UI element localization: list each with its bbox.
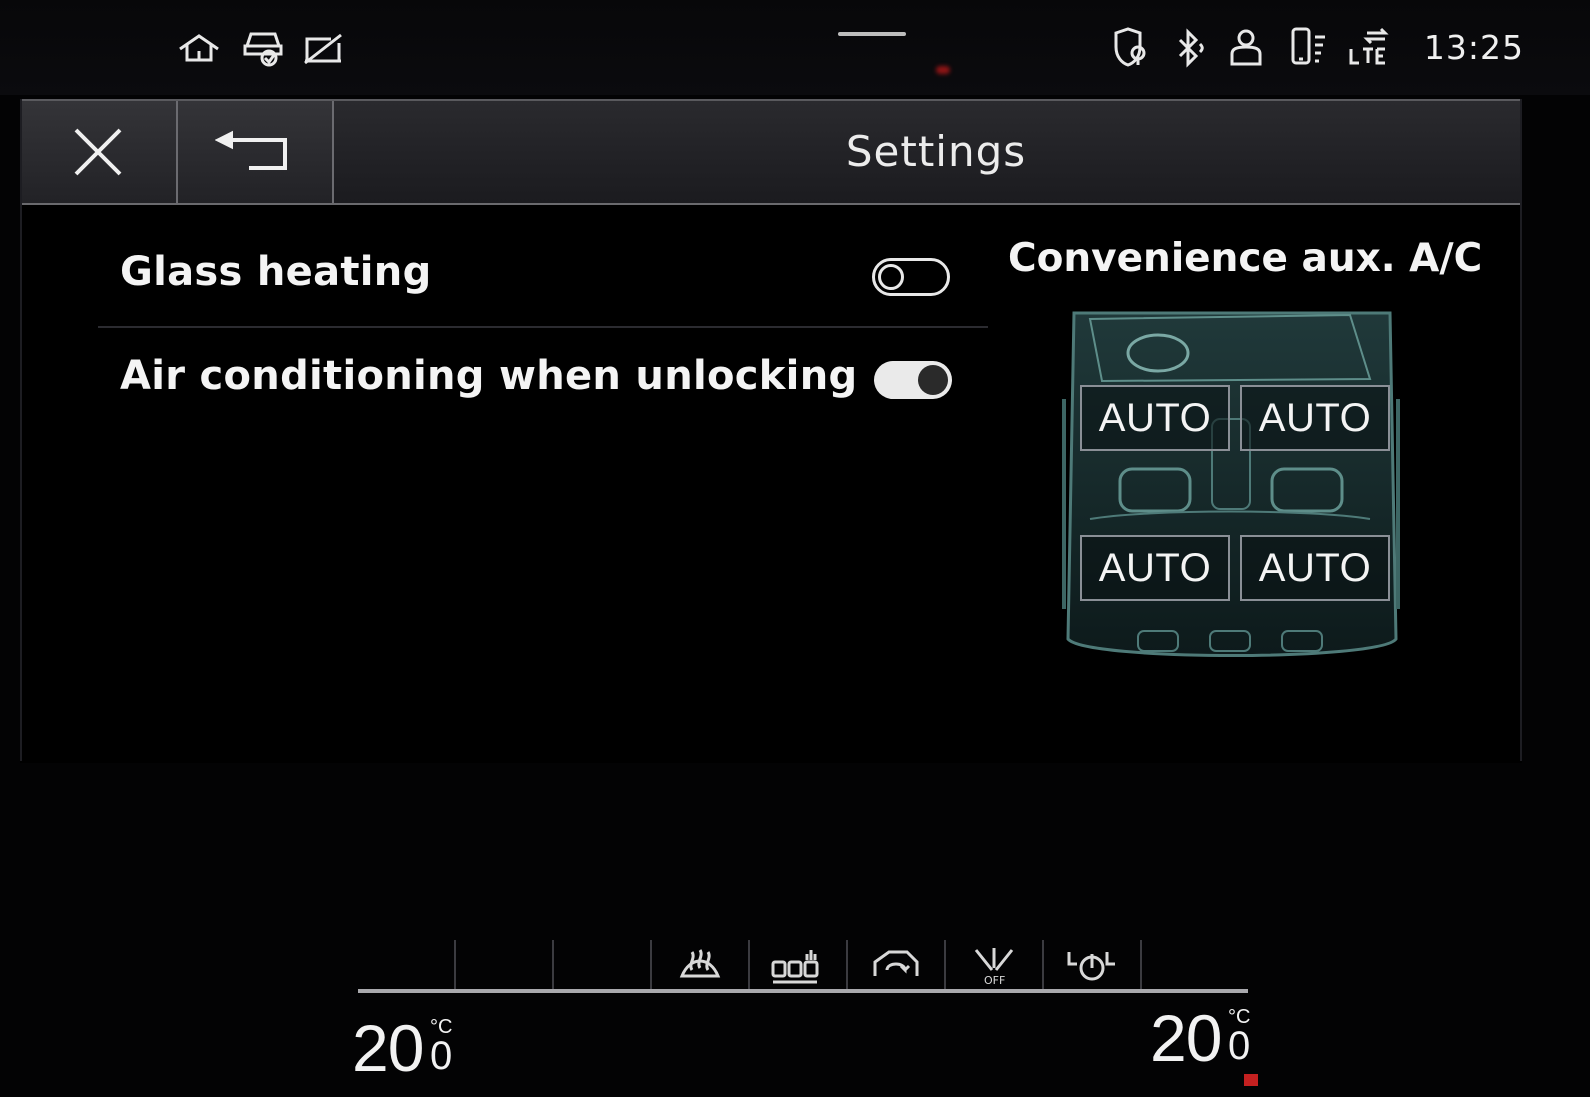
climate-button-empty[interactable] (358, 940, 456, 992)
car-cabin-illustration: AUTO AUTO AUTO AUTO (1050, 309, 1410, 669)
temperature-right-value: 20 (1150, 1001, 1222, 1075)
no-signal-icon[interactable] (300, 26, 346, 70)
home-icon[interactable] (176, 26, 222, 70)
seat-heating-button[interactable] (750, 940, 848, 992)
back-button[interactable] (178, 101, 334, 203)
defrost-icon (679, 949, 721, 978)
climate-button-empty[interactable] (456, 940, 554, 992)
zone-front-left-button[interactable]: AUTO (1080, 385, 1230, 451)
setting-row-glass-heating[interactable]: Glass heating (98, 225, 988, 325)
recirculation-button[interactable] (848, 940, 946, 992)
close-icon (74, 128, 122, 176)
ac-unlocking-toggle[interactable] (874, 361, 952, 399)
back-icon (215, 130, 287, 170)
location-shield-icon[interactable] (1106, 26, 1152, 70)
setting-label: Glass heating (120, 249, 432, 295)
climate-bar-line (358, 989, 1248, 993)
clock: 13:25 (1423, 28, 1524, 67)
defrost-button[interactable] (652, 940, 750, 992)
temperature-right-decimal: 0 (1228, 1024, 1251, 1068)
car-connect-icon[interactable] (240, 26, 286, 70)
temperature-right[interactable]: 20 °C 0 (1150, 1000, 1250, 1076)
panel-header: Settings (20, 101, 1522, 205)
recirculation-icon (873, 950, 919, 976)
status-bar: 13:25 (0, 0, 1590, 95)
settings-panel: Settings Glass heating Air conditioning … (20, 99, 1522, 763)
temperature-left-value: 20 (352, 1011, 424, 1085)
seat-heating-icon (771, 950, 819, 984)
bluetooth-icon[interactable] (1170, 26, 1210, 70)
temperature-left[interactable]: 20 °C 0 (352, 1010, 452, 1086)
setting-row-ac-unlocking[interactable]: Air conditioning when unlocking (98, 329, 988, 429)
drawer-handle[interactable] (838, 32, 906, 36)
page-title: Settings (845, 127, 1027, 176)
lte-icon[interactable] (1346, 26, 1392, 70)
temperature-left-decimal: 0 (430, 1034, 453, 1078)
svg-text:OFF: OFF (984, 974, 1005, 986)
climate-button-empty[interactable] (1142, 940, 1238, 992)
zone-rear-left-button[interactable]: AUTO (1080, 535, 1230, 601)
convenience-title: Convenience aux. A/C (1008, 236, 1483, 281)
temperature-indicator (1244, 1074, 1258, 1086)
fan-off-button[interactable]: OFF (946, 940, 1044, 992)
indicator-light (936, 66, 950, 74)
panel-edge (1520, 99, 1522, 761)
close-button[interactable] (20, 101, 178, 203)
user-profile-icon[interactable] (1226, 26, 1266, 70)
glass-heating-toggle[interactable] (872, 258, 950, 296)
phone-signal-icon[interactable] (1288, 26, 1330, 70)
climate-button-empty[interactable] (554, 940, 652, 992)
panel-edge (20, 99, 22, 761)
climate-power-button[interactable] (1044, 940, 1142, 992)
setting-label: Air conditioning when unlocking (120, 353, 858, 399)
climate-power-icon (1067, 952, 1115, 981)
row-divider (98, 326, 988, 328)
zone-front-right-button[interactable]: AUTO (1240, 385, 1390, 451)
zone-rear-right-button[interactable]: AUTO (1240, 535, 1390, 601)
fan-off-icon: OFF (974, 948, 1014, 986)
